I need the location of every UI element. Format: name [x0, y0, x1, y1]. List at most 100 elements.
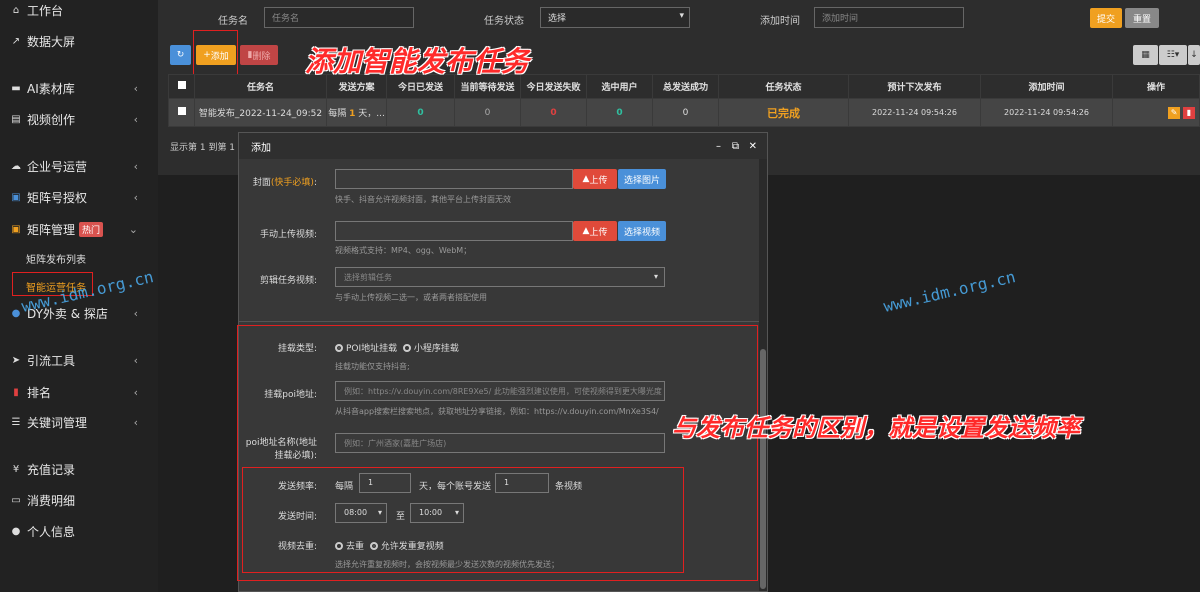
divider — [239, 321, 759, 322]
clip-task-select[interactable]: 选择剪辑任务 ▾ — [335, 267, 665, 287]
choose-video-button[interactable]: 选择视频 — [618, 221, 666, 241]
refresh-icon: ↻ — [176, 50, 185, 60]
col-status[interactable]: 任务状态 — [718, 74, 849, 99]
cell-added: 2022-11-24 09:54:26 — [980, 98, 1113, 127]
sidebar-item-ai-library[interactable]: ▬ AI素材库 ‹ — [0, 75, 158, 101]
rank-icon: ▮ — [13, 386, 19, 398]
download-icon: ↓ — [1190, 50, 1198, 60]
reset-button[interactable]: 重置 — [1125, 8, 1159, 28]
columns-icon: ☷▾ — [1166, 50, 1180, 60]
task-status-select[interactable]: 选择 ▾ — [540, 7, 690, 28]
sidebar-item-profile[interactable]: ● 个人信息 — [0, 518, 158, 544]
sidebar-item-matrix-auth[interactable]: ▣ 矩阵号授权 ‹ — [0, 184, 158, 210]
task-status-label: 任务状态 — [484, 16, 524, 27]
modal-scrollbar[interactable] — [759, 159, 767, 591]
col-users[interactable]: 选中用户 — [586, 74, 653, 99]
delete-button[interactable]: ▮ 删除 — [240, 45, 278, 65]
choose-image-button[interactable]: 选择图片 — [618, 169, 666, 189]
task-name-label: 任务名 — [218, 16, 248, 27]
yen-icon: ¥ — [12, 463, 20, 475]
folder-icon: ▬ — [11, 82, 21, 94]
pagination-info: 显示第 1 到第 1 条 — [170, 143, 247, 153]
sidebar-item-keywords[interactable]: ☰ 关键词管理 ‹ — [0, 409, 158, 435]
chevron-left-icon: ‹ — [133, 415, 138, 429]
caret-down-icon: ▾ — [679, 11, 684, 21]
chart-icon: ↗ — [11, 35, 21, 47]
cover-input[interactable] — [335, 169, 573, 189]
sidebar-item-recharge[interactable]: ¥ 充值记录 — [0, 456, 158, 482]
edit-button[interactable]: ✎ — [1168, 106, 1181, 119]
cell-plan: 每隔 1 天，... — [326, 98, 387, 127]
col-failed[interactable]: 今日发送失败 — [520, 74, 587, 99]
close-icon[interactable]: ✕ — [749, 141, 757, 152]
col-actions: 操作 — [1112, 74, 1200, 99]
task-table: 任务名 发送方案 今日已发送 当前等待发送 今日发送失败 选中用户 总发送成功 … — [168, 74, 1200, 127]
chevron-left-icon: ‹ — [133, 190, 138, 204]
cell-status: 已完成 — [718, 98, 849, 127]
clip-task-help: 与手动上传视频二选一，或者两者搭配使用 — [335, 293, 487, 302]
cell-actions: ✎ ▮ — [1112, 98, 1200, 127]
manual-video-input[interactable] — [335, 221, 573, 241]
add-time-input[interactable]: 添加时间 — [814, 7, 964, 28]
manual-video-help: 视频格式支持：MP4、ogg、WebM； — [335, 246, 472, 255]
cover-help: 快手、抖音允许视频封面，其他平台上传封面无效 — [335, 195, 511, 204]
maximize-icon[interactable]: ⧉ — [732, 141, 739, 152]
sidebar-item-traffic-tools[interactable]: ➤ 引流工具 ‹ — [0, 347, 158, 373]
caret-down-icon: ▾ — [653, 272, 658, 281]
refresh-button[interactable]: ↻ — [170, 45, 191, 65]
modal-header: 添加 – ⧉ ✕ — [239, 133, 767, 159]
minimize-icon[interactable]: – — [716, 141, 721, 152]
sidebar-item-data-screen[interactable]: ↗ 数据大屏 — [0, 28, 158, 54]
chevron-left-icon: ‹ — [133, 81, 138, 95]
row-checkbox[interactable] — [168, 98, 195, 127]
annotation-difference: 与发布任务的区别，就是设置发送频率 — [672, 414, 1080, 442]
cell-total: 0 — [652, 98, 719, 127]
sidebar-item-enterprise[interactable]: ☁ 企业号运营 ‹ — [0, 153, 158, 179]
cell-users: 0 — [586, 98, 653, 127]
manual-video-label: 手动上传视频: — [259, 230, 317, 240]
table-view-button[interactable]: ▦ — [1133, 45, 1158, 65]
chevron-left-icon: ‹ — [133, 385, 138, 399]
table-row: 智能发布_2022-11-24_09:52 每隔 1 天，... 0 0 0 0… — [168, 98, 1200, 127]
chevron-left-icon: ‹ — [133, 353, 138, 367]
select-all-checkbox[interactable] — [168, 74, 195, 99]
sidebar-item-matrix-manage[interactable]: ▣ 矩阵管理 热门 ⌄ — [0, 216, 158, 242]
upload-video-button[interactable]: ▲ 上传 — [573, 221, 617, 241]
delete-row-button[interactable]: ▮ — [1183, 106, 1195, 119]
columns-button[interactable]: ☷▾ — [1159, 45, 1187, 65]
send-icon: ➤ — [11, 354, 21, 366]
cover-label: 封面(快手必填): — [252, 178, 317, 188]
cell-task-name: 智能发布_2022-11-24_09:52 — [194, 98, 327, 127]
sidebar-item-video-creation[interactable]: ▤ 视频创作 ‹ — [0, 106, 158, 132]
list-icon: ☰ — [11, 416, 21, 428]
cell-failed: 0 — [520, 98, 587, 127]
table-icon: ▦ — [1141, 50, 1150, 60]
export-button[interactable]: ↓ — [1188, 45, 1200, 65]
clip-task-label: 剪辑任务视频: — [259, 276, 317, 286]
sidebar-sub-matrix-publish-list[interactable]: 矩阵发布列表 — [26, 251, 86, 266]
dy-icon: ● — [11, 307, 21, 319]
submit-button[interactable]: 提交 — [1090, 8, 1122, 28]
user-icon: ● — [11, 525, 21, 537]
chevron-down-icon: ⌄ — [128, 222, 138, 236]
chevron-left-icon: ‹ — [133, 112, 138, 126]
cell-waiting: 0 — [454, 98, 521, 127]
cell-sent: 0 — [386, 98, 455, 127]
add-time-label: 添加时间 — [760, 16, 800, 27]
matrix-icon: ▣ — [11, 223, 21, 235]
col-next[interactable]: 预计下次发布 — [848, 74, 981, 99]
chevron-left-icon: ‹ — [133, 159, 138, 173]
col-total[interactable]: 总发送成功 — [652, 74, 719, 99]
sidebar-item-workbench[interactable]: ⌂ 工作台 — [0, 0, 158, 23]
col-added[interactable]: 添加时间 — [980, 74, 1113, 99]
chevron-left-icon: ‹ — [133, 306, 138, 320]
sidebar-item-consumption[interactable]: ▭ 消费明细 — [0, 487, 158, 513]
money-icon: ▭ — [11, 494, 21, 506]
task-name-input[interactable]: 任务名 — [264, 7, 414, 28]
upload-cover-button[interactable]: ▲ 上传 — [573, 169, 617, 189]
user-upload-icon: ▲ — [582, 174, 590, 184]
sidebar-item-ranking[interactable]: ▮ 排名 ‹ — [0, 379, 158, 405]
annotation-add-task: 添加智能发布任务 — [305, 45, 530, 78]
user-upload-icon: ▲ — [582, 226, 590, 236]
grid-icon: ▣ — [11, 191, 21, 203]
